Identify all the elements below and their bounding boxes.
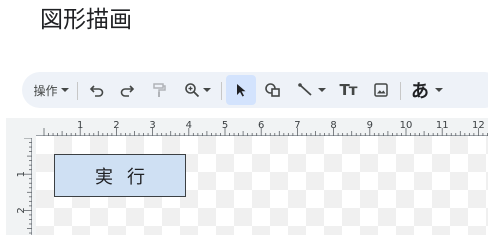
input-mode-label: あ xyxy=(411,81,429,102)
chevron-down-icon xyxy=(435,88,443,92)
chevron-down-icon xyxy=(202,88,211,92)
toolbar-divider xyxy=(221,82,222,100)
ruler-label: 5 xyxy=(222,120,228,131)
paint-format-icon xyxy=(153,83,166,97)
ruler-label: 7 xyxy=(294,120,300,131)
chevron-down-icon xyxy=(60,88,69,92)
actions-menu-button[interactable]: 操作 xyxy=(30,75,72,105)
toolbar-divider xyxy=(77,82,78,100)
ruler-label: 3 xyxy=(149,120,155,131)
page-title: 図形描画 xyxy=(40,7,132,33)
redo-button[interactable] xyxy=(114,75,140,105)
shape-icon xyxy=(265,83,280,97)
chevron-down-icon xyxy=(317,88,326,92)
run-button[interactable]: 実行 xyxy=(54,154,186,197)
horizontal-ruler: 1 2 3 4 5 6 7 8 9 10 11 12 xyxy=(36,120,488,136)
shape-tool-button[interactable] xyxy=(260,75,286,105)
redo-icon xyxy=(120,85,135,97)
paint-format-button[interactable] xyxy=(146,75,172,105)
image-tool-button[interactable] xyxy=(368,75,394,105)
text-box-tool-button[interactable]: Tт xyxy=(335,75,361,105)
drawing-canvas[interactable]: 実行 xyxy=(36,136,488,235)
ruler-label: 2 xyxy=(16,207,27,213)
input-mode-button[interactable]: あ xyxy=(406,75,448,105)
select-cursor-icon xyxy=(237,84,246,97)
ruler-label: 10 xyxy=(400,120,413,131)
actions-menu-label: 操作 xyxy=(33,83,58,98)
image-icon xyxy=(374,83,388,97)
line-icon xyxy=(297,83,312,96)
ruler-label: 2 xyxy=(113,120,119,131)
zoom-button[interactable] xyxy=(178,75,216,105)
ruler-label: 11 xyxy=(436,120,449,131)
ruler-label: 4 xyxy=(186,120,192,131)
drawing-toolbar: 操作 Tт あ xyxy=(22,72,488,108)
vertical-ruler: 12 xyxy=(16,138,32,235)
select-tool-button[interactable] xyxy=(226,75,256,105)
canvas-area: 1 2 3 4 5 6 7 8 9 10 11 12 12 実行 xyxy=(6,118,488,235)
ruler-label: 8 xyxy=(330,120,336,131)
ruler-label: 9 xyxy=(367,120,373,131)
drawing-page: 図形描画 操作 Tт あ 1 2 3 4 5 6 7 8 9 10 11 12 … xyxy=(0,0,488,235)
undo-icon xyxy=(89,85,104,97)
ruler-label: 1 xyxy=(16,171,27,177)
line-tool-button[interactable] xyxy=(290,75,332,105)
undo-button[interactable] xyxy=(84,75,110,105)
ruler-label: 1 xyxy=(77,120,83,131)
toolbar-divider xyxy=(400,82,401,100)
ruler-label: 12 xyxy=(472,120,485,131)
text-box-icon: Tт xyxy=(339,81,358,99)
zoom-icon xyxy=(184,83,199,98)
ruler-label: 6 xyxy=(258,120,264,131)
